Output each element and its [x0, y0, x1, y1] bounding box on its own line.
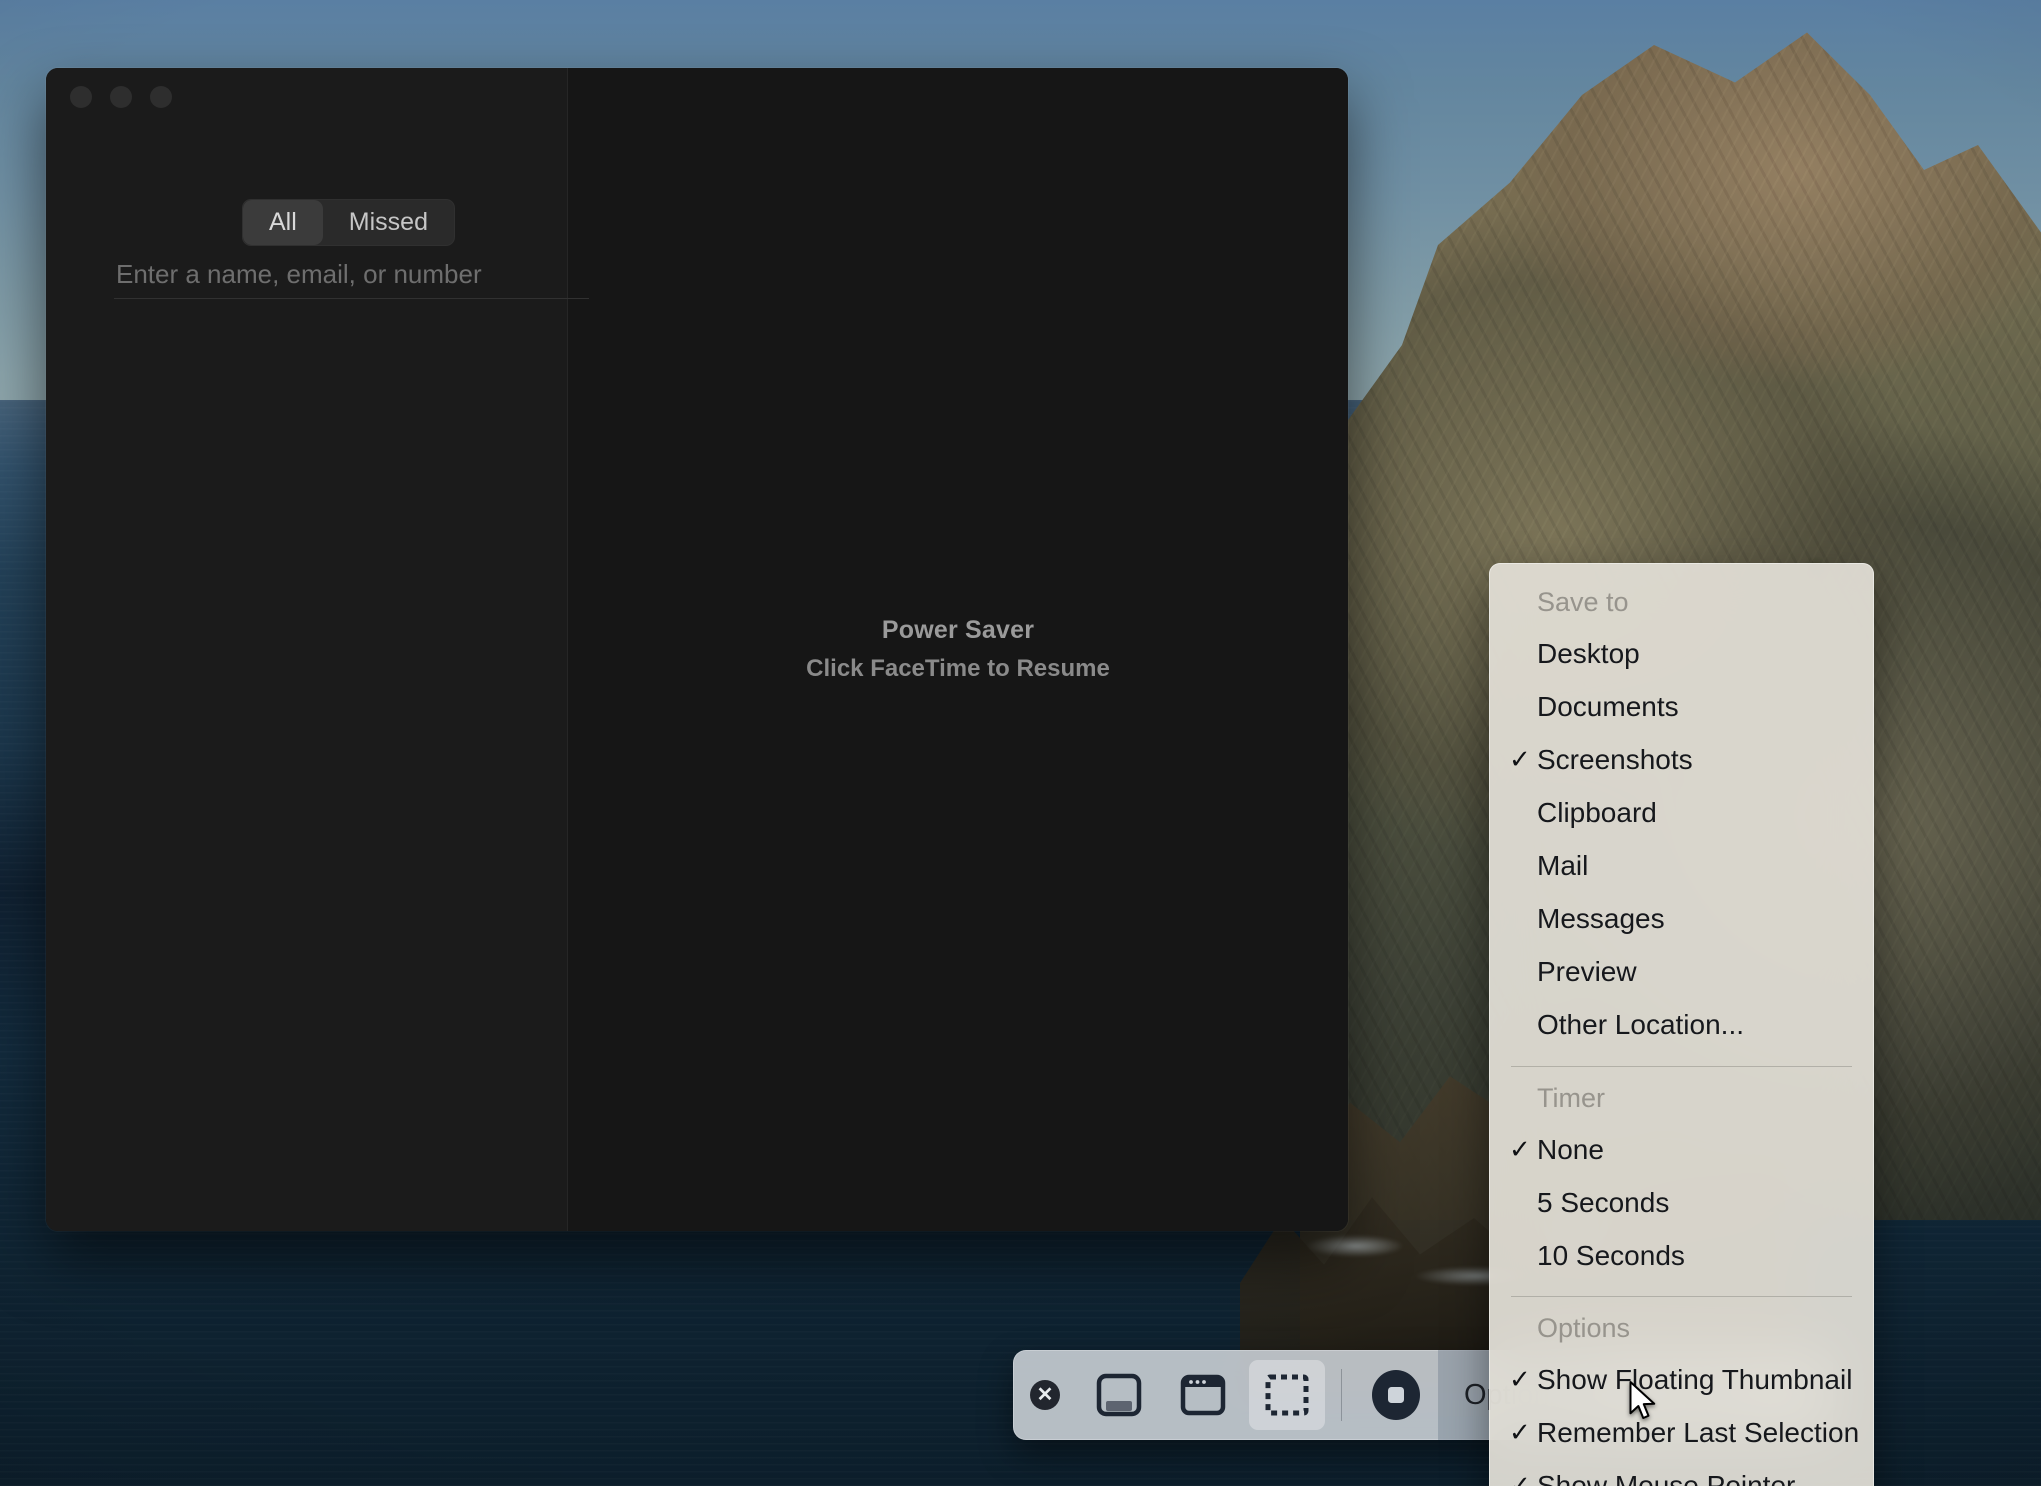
- menu-item-other-location[interactable]: Other Location...: [1489, 999, 1874, 1052]
- dashed-selection-icon: [1264, 1373, 1310, 1417]
- facetime-window[interactable]: All Missed Power Saver Click FaceTime to…: [46, 68, 1348, 1231]
- menu-item-label: Preview: [1537, 956, 1637, 987]
- menu-item-preview[interactable]: Preview: [1489, 946, 1874, 999]
- screenshot-close-button[interactable]: ✕: [1013, 1380, 1077, 1410]
- menu-item-label: Show Mouse Pointer: [1537, 1470, 1795, 1486]
- minimize-window-button[interactable]: [110, 86, 132, 108]
- menu-item-messages[interactable]: Messages: [1489, 893, 1874, 946]
- menu-section-title-options: Options: [1489, 1307, 1874, 1354]
- power-saver-title: Power Saver: [806, 616, 1110, 645]
- options-menu[interactable]: Save to Desktop Documents ✓ Screenshots …: [1489, 563, 1874, 1486]
- checkmark-icon: ✓: [1509, 1362, 1531, 1396]
- facetime-main-pane: Power Saver Click FaceTime to Resume: [568, 68, 1348, 1231]
- checkmark-icon: ✓: [1509, 1132, 1531, 1166]
- tab-all[interactable]: All: [243, 200, 323, 245]
- menu-item-show-floating-thumbnail[interactable]: ✓ Show Floating Thumbnail: [1489, 1354, 1874, 1407]
- toolbar-divider: [1341, 1369, 1342, 1421]
- menu-item-timer-none[interactable]: ✓ None: [1489, 1124, 1874, 1177]
- window-icon: [1180, 1373, 1226, 1417]
- screen-icon: [1096, 1373, 1142, 1417]
- record-screen-button[interactable]: [1358, 1360, 1434, 1430]
- checkmark-icon: ✓: [1509, 742, 1531, 776]
- menu-item-clipboard[interactable]: Clipboard: [1489, 787, 1874, 840]
- menu-item-show-mouse-pointer[interactable]: ✓ Show Mouse Pointer: [1489, 1460, 1874, 1486]
- checkmark-icon: ✓: [1509, 1415, 1531, 1449]
- menu-item-label: Desktop: [1537, 638, 1640, 669]
- menu-section-title-save-to: Save to: [1489, 581, 1874, 628]
- search-input[interactable]: [114, 258, 593, 291]
- menu-item-label: Show Floating Thumbnail: [1537, 1364, 1852, 1395]
- close-x-icon[interactable]: ✕: [1030, 1380, 1060, 1410]
- menu-section-title-timer: Timer: [1489, 1077, 1874, 1124]
- zoom-window-button[interactable]: [150, 86, 172, 108]
- facetime-sidebar: All Missed: [46, 68, 568, 1231]
- menu-item-screenshots[interactable]: ✓ Screenshots: [1489, 734, 1874, 787]
- power-saver-subtitle: Click FaceTime to Resume: [806, 655, 1110, 683]
- capture-entire-screen-button[interactable]: [1081, 1360, 1157, 1430]
- power-saver-message: Power Saver Click FaceTime to Resume: [806, 616, 1110, 683]
- record-stop-icon: [1369, 1368, 1423, 1422]
- menu-item-label: Messages: [1537, 903, 1665, 934]
- menu-item-label: Documents: [1537, 691, 1679, 722]
- menu-item-label: Clipboard: [1537, 797, 1657, 828]
- menu-item-mail[interactable]: Mail: [1489, 840, 1874, 893]
- checkmark-icon: ✓: [1509, 1468, 1531, 1486]
- menu-item-label: Other Location...: [1537, 1009, 1744, 1040]
- menu-item-label: Mail: [1537, 850, 1588, 881]
- menu-item-label: Remember Last Selection: [1537, 1417, 1859, 1448]
- close-window-button[interactable]: [70, 86, 92, 108]
- menu-item-label: None: [1537, 1134, 1604, 1165]
- menu-item-timer-10-seconds[interactable]: 10 Seconds: [1489, 1230, 1874, 1283]
- menu-item-documents[interactable]: Documents: [1489, 681, 1874, 734]
- call-filter-segmented-control[interactable]: All Missed: [242, 199, 455, 246]
- window-traffic-lights: [70, 86, 172, 108]
- menu-item-timer-5-seconds[interactable]: 5 Seconds: [1489, 1177, 1874, 1230]
- tab-missed[interactable]: Missed: [323, 200, 454, 245]
- capture-selected-portion-button[interactable]: [1249, 1360, 1325, 1430]
- menu-item-remember-last-selection[interactable]: ✓ Remember Last Selection: [1489, 1407, 1874, 1460]
- menu-item-label: 5 Seconds: [1537, 1187, 1669, 1218]
- menu-item-label: 10 Seconds: [1537, 1240, 1685, 1271]
- menu-item-label: Screenshots: [1537, 744, 1693, 775]
- facetime-search-field[interactable]: [114, 258, 589, 299]
- menu-item-desktop[interactable]: Desktop: [1489, 628, 1874, 681]
- menu-separator: [1511, 1296, 1852, 1297]
- capture-selected-window-button[interactable]: [1165, 1360, 1241, 1430]
- menu-separator: [1511, 1066, 1852, 1067]
- desktop-screen: All Missed Power Saver Click FaceTime to…: [0, 0, 2041, 1486]
